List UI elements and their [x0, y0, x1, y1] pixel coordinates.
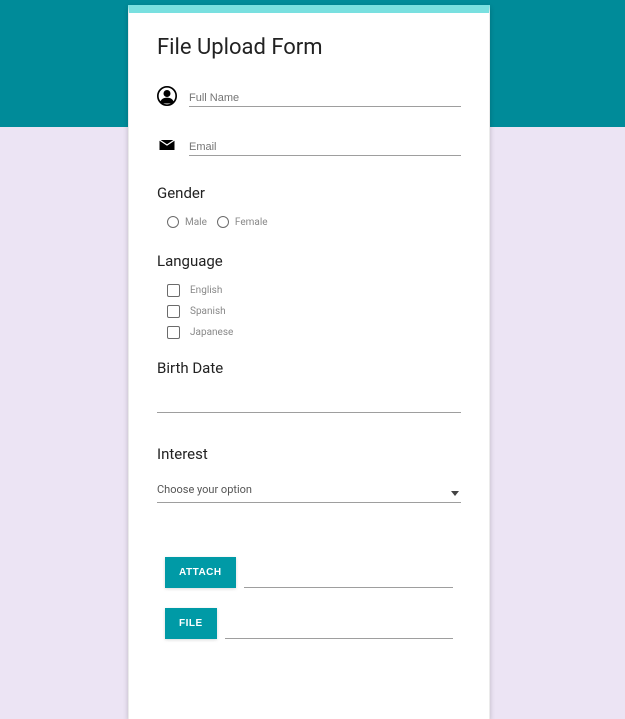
form-card: File Upload Form Gender Male Female Lang [128, 5, 490, 719]
check-label-japanese: Japanese [190, 327, 233, 338]
check-label-english: English [190, 285, 222, 296]
gender-radio-male[interactable] [167, 216, 179, 228]
file-row: FILE [157, 608, 461, 639]
birth-date-input[interactable] [157, 391, 461, 413]
check-english[interactable] [167, 284, 180, 297]
birth-date-label: Birth Date [157, 359, 461, 377]
file-line [225, 638, 453, 639]
email-row [157, 135, 461, 156]
language-label: Language [157, 252, 461, 270]
full-name-input[interactable] [189, 90, 461, 107]
attach-row: ATTACH [157, 557, 461, 588]
attach-button[interactable]: ATTACH [165, 557, 236, 588]
check-row-japanese: Japanese [167, 326, 461, 339]
text-cursor [157, 529, 158, 543]
language-checks: English Spanish Japanese [167, 284, 461, 339]
gender-label: Gender [157, 184, 461, 202]
check-row-english: English [167, 284, 461, 297]
gender-radio-female[interactable] [217, 216, 229, 228]
attach-line [244, 587, 453, 588]
email-icon [157, 135, 177, 155]
check-label-spanish: Spanish [190, 306, 226, 317]
check-japanese[interactable] [167, 326, 180, 339]
email-input[interactable] [189, 139, 461, 156]
gender-label-female: Female [235, 217, 268, 228]
person-icon [157, 86, 177, 106]
form-title: File Upload Form [157, 35, 461, 60]
interest-label: Interest [157, 445, 461, 463]
gender-label-male: Male [185, 217, 207, 228]
interest-placeholder: Choose your option [157, 477, 461, 502]
file-button[interactable]: FILE [165, 608, 217, 639]
gender-radios: Male Female [167, 216, 461, 228]
check-spanish[interactable] [167, 305, 180, 318]
full-name-row [157, 86, 461, 107]
check-row-spanish: Spanish [167, 305, 461, 318]
chevron-down-icon [451, 491, 459, 496]
interest-select[interactable]: Choose your option [157, 477, 461, 503]
